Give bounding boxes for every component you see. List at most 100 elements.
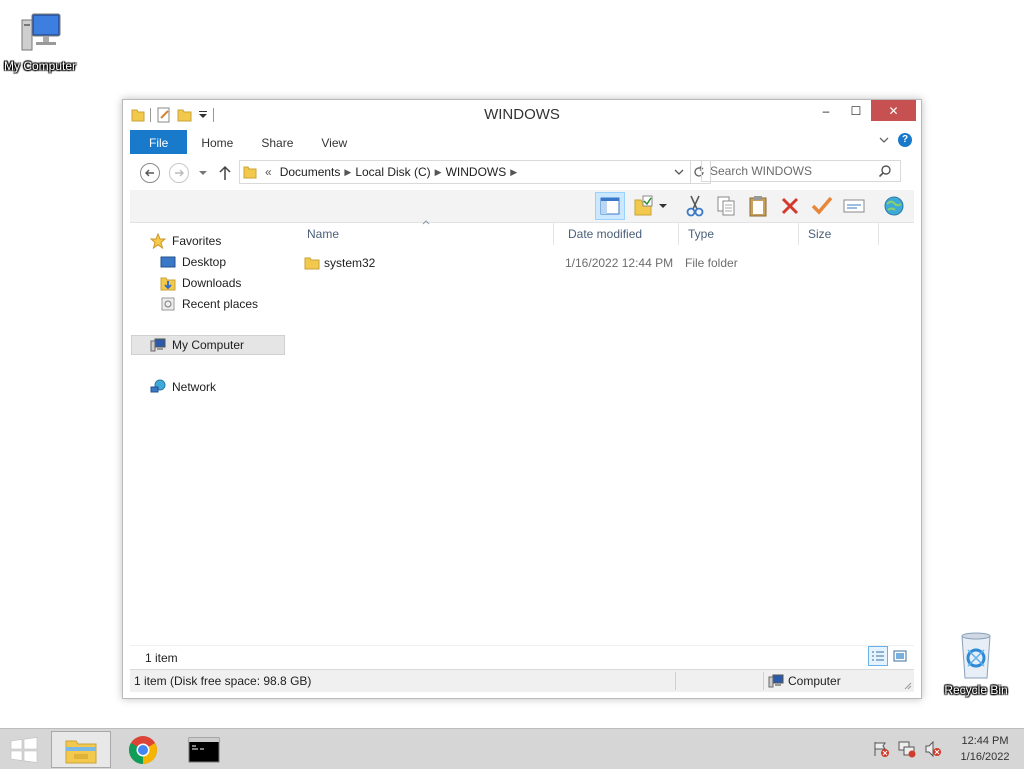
address-dropdown-icon[interactable] bbox=[674, 168, 684, 176]
cut-button[interactable] bbox=[680, 192, 710, 220]
desktop-icon-label: My Computer bbox=[3, 59, 77, 73]
computer-icon bbox=[150, 338, 166, 352]
nav-recent-places[interactable]: Recent places bbox=[160, 294, 258, 314]
desktop-icon-recycle-bin[interactable]: Recycle Bin bbox=[936, 630, 1016, 697]
file-type: File folder bbox=[685, 256, 738, 270]
delete-button[interactable] bbox=[775, 192, 805, 220]
forward-button[interactable] bbox=[169, 163, 189, 183]
breadcrumb-windows[interactable]: WINDOWS bbox=[442, 165, 511, 179]
disk-free-space: 1 item (Disk free space: 98.8 GB) bbox=[134, 674, 312, 688]
maximize-icon: ☐ bbox=[850, 103, 862, 118]
ribbon-tabs: File Home Share View ? bbox=[130, 130, 914, 154]
navigation-pane: Favorites Desktop Downloads Recent place… bbox=[130, 223, 290, 639]
status-location: Computer bbox=[788, 674, 841, 688]
help-icon[interactable]: ? bbox=[898, 133, 912, 147]
delete-x-icon bbox=[781, 197, 799, 215]
large-icons-view-button[interactable] bbox=[890, 646, 910, 666]
details-view-icon bbox=[872, 651, 884, 661]
column-header-name[interactable]: Name bbox=[298, 223, 554, 245]
search-input[interactable]: Search WINDOWS bbox=[701, 160, 901, 182]
search-icon[interactable] bbox=[878, 164, 892, 178]
network-status-icon[interactable] bbox=[898, 740, 916, 758]
folder-check-icon bbox=[634, 195, 653, 216]
address-bar[interactable]: « Documents ▶ Local Disk (C) ▶ WINDOWS ▶ bbox=[239, 160, 691, 184]
breadcrumb-local-disk[interactable]: Local Disk (C) bbox=[351, 165, 434, 179]
up-arrow-icon[interactable] bbox=[218, 165, 232, 181]
nav-desktop-label: Desktop bbox=[182, 255, 227, 269]
minimize-button[interactable]: – bbox=[811, 100, 841, 121]
expand-ribbon-icon[interactable] bbox=[878, 135, 890, 145]
preview-pane-button[interactable] bbox=[595, 192, 625, 220]
tab-file[interactable]: File bbox=[130, 130, 188, 154]
table-row[interactable]: system32 1/16/2022 12:44 PM File folder bbox=[298, 253, 898, 273]
nav-favorites[interactable]: Favorites bbox=[150, 231, 221, 251]
system-tray: 12:44 PM 1/16/2022 bbox=[872, 729, 1024, 769]
nav-favorites-label: Favorites bbox=[172, 234, 222, 248]
status-separator bbox=[675, 672, 676, 690]
clipboard-icon bbox=[749, 196, 767, 217]
nav-downloads[interactable]: Downloads bbox=[160, 273, 241, 293]
breadcrumb-documents[interactable]: Documents bbox=[276, 165, 345, 179]
back-button[interactable] bbox=[140, 163, 160, 183]
nav-network-label: Network bbox=[172, 380, 217, 394]
search-placeholder: Search WINDOWS bbox=[710, 164, 813, 178]
clock-date: 1/16/2022 bbox=[960, 751, 1010, 763]
nav-my-computer[interactable]: My Computer bbox=[131, 335, 285, 355]
desktop-icon-label: Recycle Bin bbox=[944, 683, 1008, 697]
volume-muted-icon[interactable] bbox=[924, 740, 942, 758]
minimize-icon: – bbox=[822, 103, 830, 118]
file-explorer-icon bbox=[65, 740, 97, 763]
column-header-size[interactable]: Size bbox=[799, 223, 879, 245]
tab-view[interactable]: View bbox=[307, 130, 361, 154]
taskbar-chrome[interactable] bbox=[113, 731, 173, 768]
action-center-flag-icon[interactable] bbox=[872, 740, 890, 758]
paste-button[interactable] bbox=[743, 192, 773, 220]
computer-icon bbox=[768, 674, 784, 688]
recent-locations-icon[interactable] bbox=[198, 169, 208, 177]
copy-icon bbox=[717, 196, 735, 216]
resize-grip-icon[interactable] bbox=[902, 680, 912, 690]
desktop-icon-my-computer[interactable]: My Computer bbox=[0, 10, 80, 73]
file-name: system32 bbox=[324, 256, 376, 270]
address-overflow[interactable]: « bbox=[261, 165, 276, 179]
explorer-window: WINDOWS – ☐ ✕ File Home Share View ? « D… bbox=[122, 99, 922, 699]
navigation-row: « Documents ▶ Local Disk (C) ▶ WINDOWS ▶… bbox=[130, 156, 914, 190]
rename-button[interactable] bbox=[807, 192, 837, 220]
close-button[interactable]: ✕ bbox=[871, 100, 916, 121]
chevron-right-icon[interactable]: ▶ bbox=[435, 167, 442, 178]
nav-my-computer-label: My Computer bbox=[172, 338, 245, 352]
details-view-button[interactable] bbox=[868, 646, 888, 666]
details-status-bar: 1 item (Disk free space: 98.8 GB) Comput… bbox=[130, 669, 914, 692]
tab-share[interactable]: Share bbox=[247, 130, 307, 154]
tab-home[interactable]: Home bbox=[187, 130, 247, 154]
copy-button[interactable] bbox=[711, 192, 741, 220]
properties-button[interactable] bbox=[839, 192, 869, 220]
taskbar-clock[interactable]: 12:44 PM 1/16/2022 bbox=[946, 733, 1024, 765]
checkmark-icon bbox=[811, 196, 833, 215]
globe-icon bbox=[884, 196, 904, 216]
preview-pane-icon bbox=[600, 197, 620, 215]
nav-desktop[interactable]: Desktop bbox=[160, 252, 226, 272]
taskbar-command-prompt[interactable] bbox=[174, 731, 234, 768]
folder-options-button[interactable] bbox=[630, 192, 670, 220]
folder-icon bbox=[243, 166, 257, 179]
taskbar: 12:44 PM 1/16/2022 bbox=[0, 728, 1024, 769]
title-bar[interactable]: WINDOWS – ☐ ✕ bbox=[123, 100, 921, 129]
globe-button[interactable] bbox=[879, 192, 909, 220]
chevron-right-icon[interactable]: ▶ bbox=[344, 167, 351, 178]
large-icons-view-icon bbox=[893, 650, 907, 662]
column-header-type[interactable]: Type bbox=[679, 223, 799, 245]
taskbar-file-explorer[interactable] bbox=[51, 731, 111, 768]
recycle-bin-icon bbox=[961, 632, 991, 679]
maximize-button[interactable]: ☐ bbox=[841, 100, 871, 121]
item-count: 1 item bbox=[145, 651, 178, 665]
start-button[interactable] bbox=[0, 731, 48, 768]
nav-network[interactable]: Network bbox=[150, 377, 216, 397]
status-bar: 1 item bbox=[130, 645, 914, 668]
command-toolbar bbox=[130, 190, 914, 223]
recent-places-icon bbox=[161, 297, 175, 311]
file-list: Name Date modified Type Size system32 1/… bbox=[298, 220, 914, 639]
chevron-right-icon[interactable]: ▶ bbox=[510, 167, 517, 178]
star-icon bbox=[150, 233, 166, 249]
column-header-date-modified[interactable]: Date modified bbox=[559, 223, 679, 245]
